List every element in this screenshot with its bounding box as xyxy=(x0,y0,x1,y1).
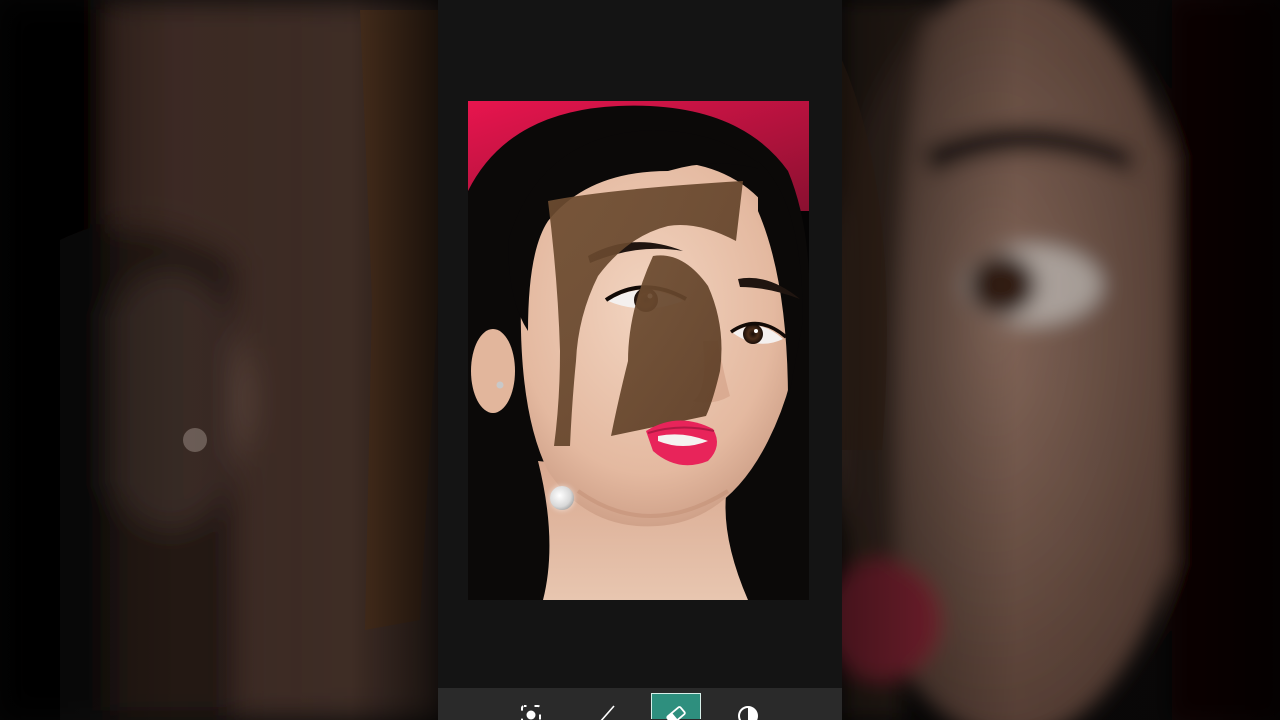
blurred-backdrop-right xyxy=(842,0,1280,720)
focus-select-icon xyxy=(521,705,541,720)
backdrop-right-shade xyxy=(842,0,1280,720)
phone-screen xyxy=(438,0,842,720)
eraser-tool-button[interactable] xyxy=(651,693,701,720)
brush-cursor-indicator xyxy=(550,486,574,510)
blend-tool-button[interactable] xyxy=(723,694,773,720)
video-stage xyxy=(0,0,1280,720)
brush-icon xyxy=(600,705,615,720)
blurred-backdrop-left xyxy=(0,0,438,720)
select-tool-button[interactable] xyxy=(506,694,556,720)
backdrop-left-shade xyxy=(0,0,438,720)
portrait-photo xyxy=(468,101,809,600)
brush-tool-button[interactable] xyxy=(581,694,631,720)
blend-mode-icon xyxy=(738,706,758,720)
editor-canvas[interactable] xyxy=(468,101,809,600)
eraser-icon xyxy=(666,706,686,720)
editor-toolbar xyxy=(438,688,842,720)
